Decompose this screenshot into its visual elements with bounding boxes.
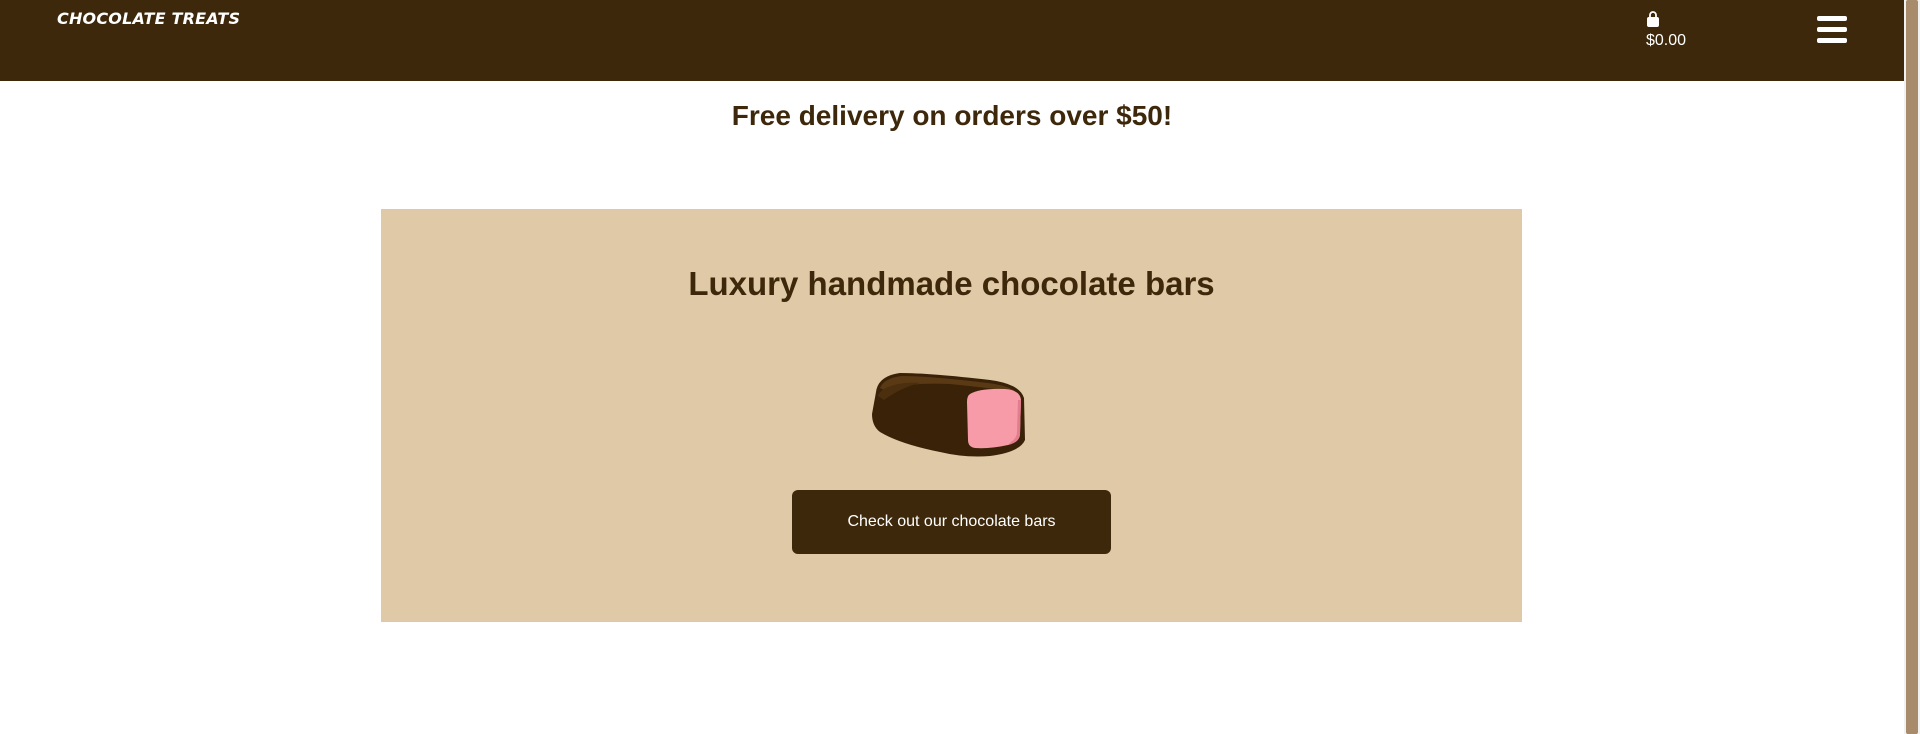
hero-title: Luxury handmade chocolate bars xyxy=(688,265,1215,302)
cart-total: $0.00 xyxy=(1646,32,1687,49)
site-logo[interactable]: CHOCOLATE TREATS xyxy=(57,9,240,28)
shop-chocolate-bars-button[interactable]: Check out our chocolate bars xyxy=(792,490,1111,554)
shopping-bag-icon xyxy=(1647,11,1659,27)
hamburger-menu-button[interactable] xyxy=(1817,16,1847,44)
page: CHOCOLATE TREATS $0.00 Free delivery on … xyxy=(0,0,1904,734)
cart-button[interactable]: $0.00 xyxy=(1646,11,1686,50)
chocolate-bar-illustration xyxy=(872,373,1025,457)
promo-banner: Free delivery on orders over $50! xyxy=(731,100,1173,131)
page-scrollbar[interactable] xyxy=(1904,0,1920,734)
site-header: CHOCOLATE TREATS $0.00 xyxy=(0,0,1904,81)
scrollbar-thumb[interactable] xyxy=(1906,0,1918,734)
hero-section: Luxury handmade chocolate bars Check out… xyxy=(381,209,1522,622)
